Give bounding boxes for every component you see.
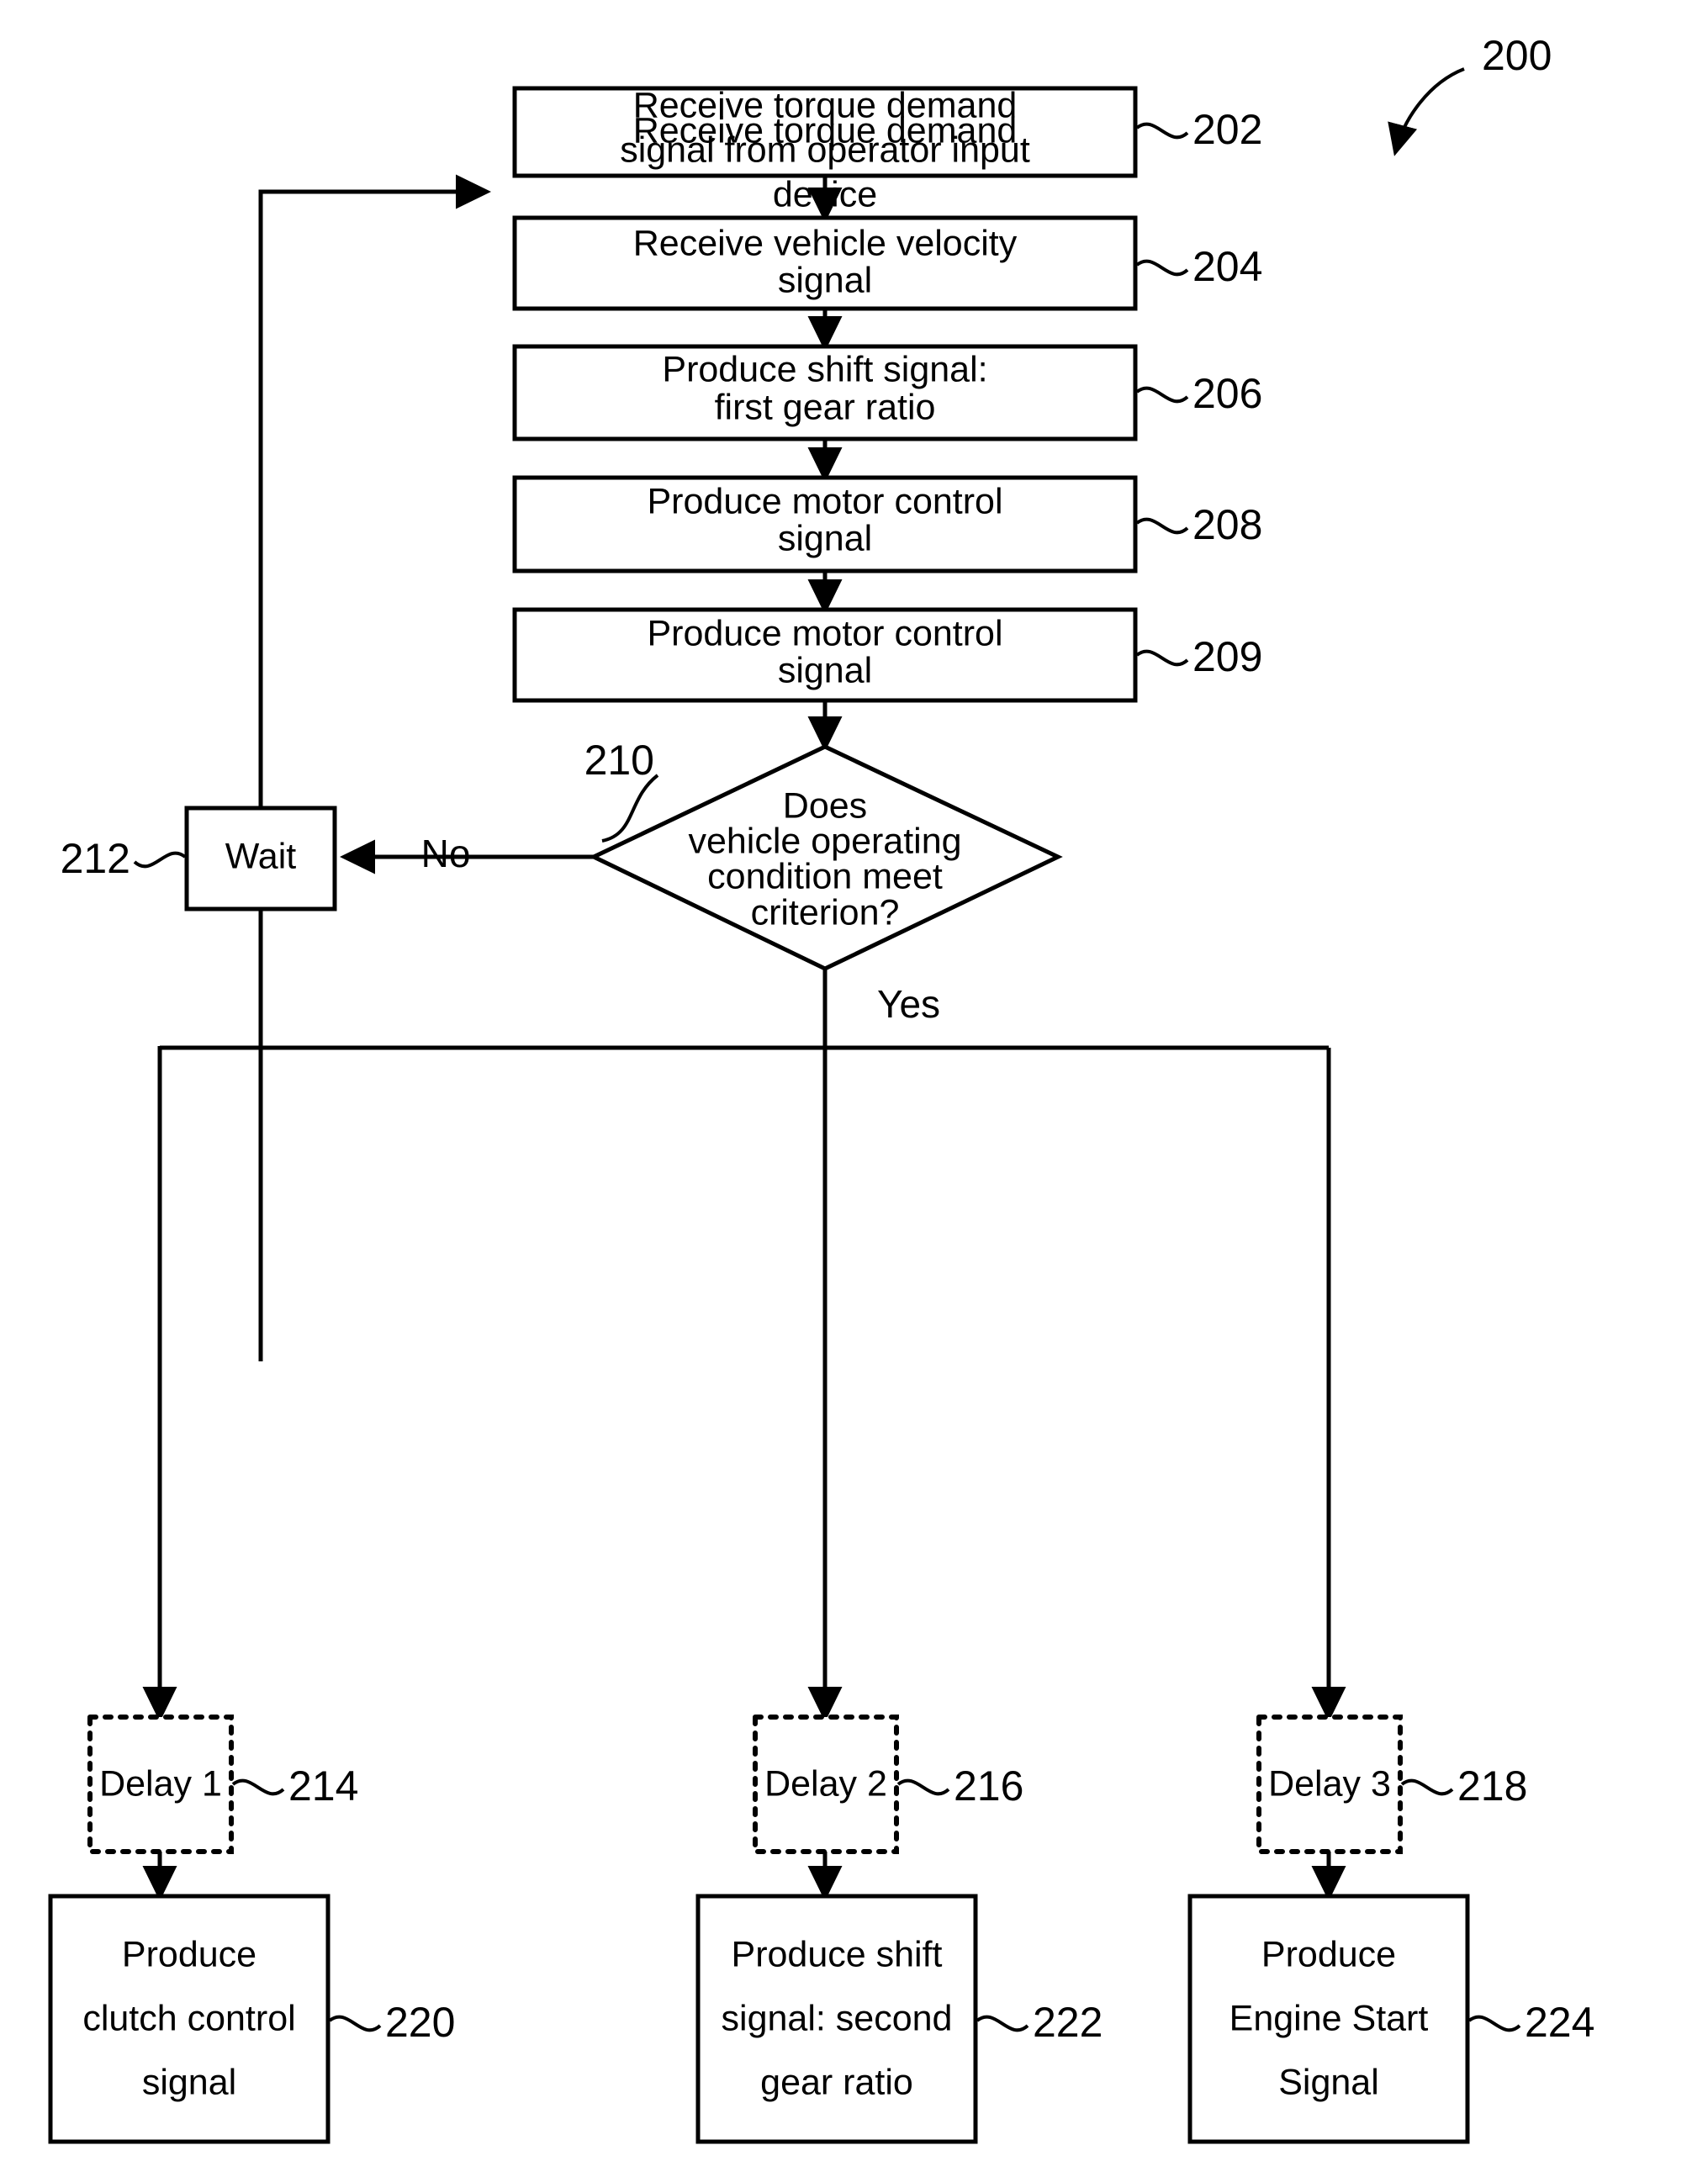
node-218-text-line-1: Delay 3 (1268, 1763, 1391, 1804)
ref-label-220: 220 (385, 1999, 455, 2046)
node-209-text-line-1: Produce motor control (647, 613, 1002, 653)
leader-208 (1135, 517, 1189, 535)
figure-number-label: 200 (1482, 32, 1552, 79)
figure-number-leader (1388, 67, 1465, 156)
node-206-text-line-2: first gear ratio (715, 387, 936, 427)
node-206-text-line-1: Produce shift signal: (662, 349, 987, 389)
leader-206 (1135, 386, 1189, 404)
node-220-text-line-2: clutch control (82, 1998, 295, 2038)
node-222-text-line-1: Produce shift (732, 1934, 943, 1974)
flowchart-canvas: 200 Receive torque demand Receive torque… (48, 32, 1594, 2144)
node-208-text-line-1: Produce motor control (647, 481, 1002, 521)
ref-label-218: 218 (1457, 1762, 1527, 1810)
patent-flowchart-figure: 200 Receive torque demand Receive torque… (0, 0, 1708, 2177)
ref-label-209: 209 (1192, 633, 1262, 680)
leader-222 (976, 2015, 1029, 2032)
ref-label-202: 202 (1192, 106, 1262, 153)
node-224-text-line-2: Engine Start (1229, 1998, 1429, 2038)
leader-209 (1135, 649, 1189, 667)
node-210-text-line-2: vehicle operating (688, 821, 961, 861)
leader-218 (1400, 1778, 1454, 1796)
ref-label-214: 214 (288, 1762, 358, 1810)
node-204-text-line-2: signal (778, 260, 872, 300)
node-210-text-line-1: Does (783, 785, 867, 826)
node-224-text-line-1: Produce (1261, 1934, 1396, 1974)
ref-label-208: 208 (1192, 501, 1262, 548)
node-210-text-line-3: condition meet (707, 856, 943, 896)
ref-label-206: 206 (1192, 370, 1262, 417)
node-214-text-line-1: Delay 1 (99, 1763, 222, 1804)
node-204-text-line-1: Receive vehicle velocity (633, 223, 1018, 263)
node-220-text-line-1: Produce (122, 1934, 256, 1974)
node-209-text-line-2: signal (778, 650, 872, 690)
node-224-text-line-3: Signal (1278, 2062, 1379, 2102)
leader-216 (896, 1778, 950, 1796)
node-222-text-line-2: signal: second (722, 1998, 953, 2038)
leader-202 (1135, 122, 1189, 140)
node-208-text-line-2: signal (778, 518, 872, 558)
ref-label-204: 204 (1192, 243, 1262, 290)
ref-label-216: 216 (954, 1762, 1023, 1810)
node-220-text-line-3: signal (142, 2062, 236, 2102)
leader-224 (1467, 2015, 1521, 2032)
ref-label-212: 212 (61, 835, 130, 882)
node-202-text-line-1: Receive torque demand (633, 85, 1018, 125)
branch-label-yes: Yes (877, 982, 940, 1026)
node-212-text-line-1: Wait (225, 836, 296, 876)
leader-220 (328, 2015, 382, 2032)
ref-label-224: 224 (1525, 1999, 1594, 2046)
node-202-text-line-2: signal from operator input (620, 129, 1030, 170)
node-222-text-line-3: gear ratio (760, 2062, 913, 2102)
leader-214 (231, 1778, 285, 1796)
node-202-text-line-3: device (773, 174, 877, 214)
leader-212 (133, 851, 187, 869)
branch-label-no: No (421, 832, 471, 875)
leader-204 (1135, 259, 1189, 277)
ref-label-222: 222 (1033, 1999, 1103, 2046)
ref-label-210: 210 (584, 737, 654, 784)
connector-wait-to-202 (258, 174, 492, 1361)
node-216-text-line-1: Delay 2 (764, 1763, 887, 1804)
node-210-text-line-4: criterion? (751, 892, 900, 933)
